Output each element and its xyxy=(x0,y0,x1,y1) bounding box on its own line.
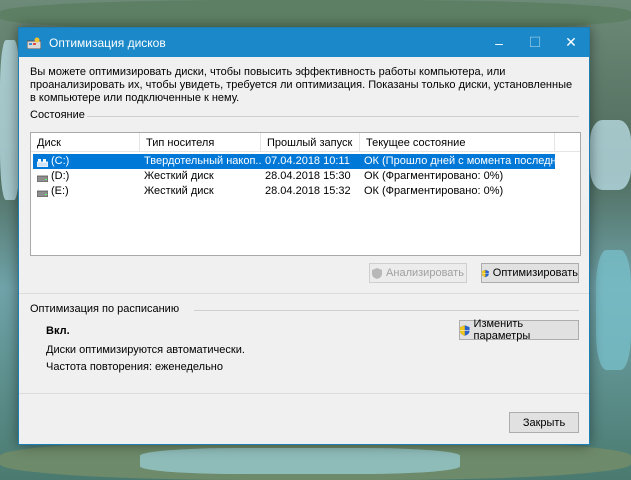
schedule-state: Вкл. xyxy=(46,325,70,337)
row-status: ОК (Прошло дней с момента последне... xyxy=(364,155,555,167)
schedule-frequency: Частота повторения: еженедельно xyxy=(46,361,223,373)
row-last-run: 28.04.2018 15:32 xyxy=(265,185,351,197)
row-disk: (C:) xyxy=(51,155,70,167)
description-text: Вы можете оптимизировать диски, чтобы по… xyxy=(30,66,573,104)
uac-shield-icon xyxy=(482,269,489,277)
status-section-label: Состояние xyxy=(30,109,85,121)
schedule-auto-text: Диски оптимизируются автоматически. xyxy=(46,344,245,356)
row-disk: (E:) xyxy=(51,185,69,197)
optimize-drives-window: Оптимизация дисков – ☐ ✕ Вы можете оптим… xyxy=(18,27,590,445)
window-title: Оптимизация дисков xyxy=(49,35,166,50)
row-last-run: 28.04.2018 15:30 xyxy=(265,170,351,182)
row-status: ОК (Фрагментировано: 0%) xyxy=(364,170,504,182)
optimize-button-label: Оптимизировать xyxy=(492,267,578,279)
row-status: ОК (Фрагментировано: 0%) xyxy=(364,185,504,197)
app-defrag-icon xyxy=(26,37,42,49)
uac-shield-icon xyxy=(460,324,470,336)
footer-divider xyxy=(19,393,589,394)
change-settings-button-label: Изменить параметры xyxy=(473,318,531,342)
section-divider xyxy=(19,293,589,294)
optimize-button[interactable]: Оптимизировать xyxy=(481,263,579,283)
title-bar[interactable]: Оптимизация дисков – ☐ ✕ xyxy=(19,28,589,57)
row-media: Жесткий диск xyxy=(144,170,214,182)
column-current-status[interactable]: Текущее состояние xyxy=(360,133,555,151)
close-icon[interactable]: ✕ xyxy=(553,28,589,57)
column-last-run[interactable]: Прошлый запуск xyxy=(261,133,360,151)
schedule-section-label: Оптимизация по расписанию xyxy=(30,303,180,315)
change-settings-button[interactable]: Изменить параметры xyxy=(459,318,579,342)
close-button-label: Закрыть xyxy=(522,416,566,429)
table-row[interactable]: (E:) Жесткий диск 28.04.2018 15:32 ОК (Ф… xyxy=(33,184,555,199)
minimize-icon[interactable]: – xyxy=(481,28,517,57)
analyze-button-label: Анализировать xyxy=(386,267,464,279)
close-button[interactable]: Закрыть xyxy=(509,412,579,433)
row-disk: (D:) xyxy=(51,170,70,182)
list-header: Диск Тип носителя Прошлый запуск Текущее… xyxy=(31,133,580,152)
column-media-type[interactable]: Тип носителя xyxy=(140,133,261,151)
analyze-button[interactable]: Анализировать xyxy=(369,263,467,283)
status-separator xyxy=(87,116,579,117)
table-row[interactable]: (C:) Твердотельный накоп... 07.04.2018 1… xyxy=(33,154,555,169)
maximize-icon[interactable]: ☐ xyxy=(517,28,553,57)
hdd-drive-icon xyxy=(36,172,49,183)
row-last-run: 07.04.2018 10:11 xyxy=(265,155,350,167)
row-media: Жесткий диск xyxy=(144,185,214,197)
hdd-drive-icon xyxy=(36,187,49,198)
uac-shield-icon xyxy=(372,267,383,279)
ssd-drive-icon xyxy=(36,157,49,168)
row-media: Твердотельный накоп... xyxy=(144,155,261,167)
schedule-separator xyxy=(194,310,579,311)
table-row[interactable]: (D:) Жесткий диск 28.04.2018 15:30 ОК (Ф… xyxy=(33,169,555,184)
column-disk[interactable]: Диск xyxy=(31,133,140,151)
drives-list[interactable]: Диск Тип носителя Прошлый запуск Текущее… xyxy=(30,132,581,256)
